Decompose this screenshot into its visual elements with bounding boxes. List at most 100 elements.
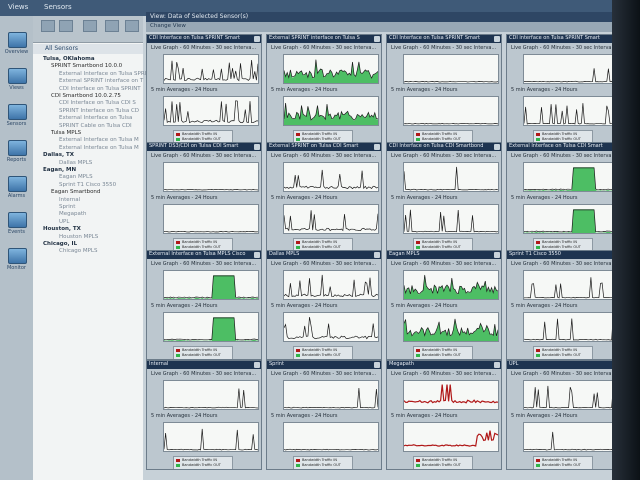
averages-graph <box>163 422 259 452</box>
traffic-line <box>524 167 612 191</box>
panel-close-icon[interactable] <box>254 36 260 42</box>
tree-sensor[interactable]: Tulsa MPLS <box>51 130 81 136</box>
tree-sensor[interactable]: CDI Smartbond 10.0.2.75 <box>51 93 121 99</box>
traffic-in-area <box>164 317 258 341</box>
panel-close-icon[interactable] <box>374 362 380 368</box>
sensor-graph-panel[interactable]: CDI Interface on Tulsa CDI Smartbond Live… <box>386 142 502 252</box>
sensor-graph-panel[interactable]: External Interface on Tulsa MPLS Cisco Li… <box>146 250 262 360</box>
legend-label: Bandwidth Traffic OUT <box>302 137 341 141</box>
tree-group[interactable]: Eagan, MN <box>43 167 76 173</box>
traffic-line <box>404 123 498 125</box>
tree-group[interactable]: Houston, TX <box>43 226 81 232</box>
graph-plot <box>404 209 498 233</box>
tree-group[interactable]: Tulsa, OKlahoma <box>43 56 95 62</box>
panel-title: Eagan MPLS <box>389 251 420 257</box>
tree-group[interactable]: Dallas, TX <box>43 152 74 158</box>
panel-close-icon[interactable] <box>494 36 500 42</box>
panel-close-icon[interactable] <box>494 144 500 150</box>
menu-views[interactable]: Views <box>8 3 28 11</box>
panel-close-icon[interactable] <box>254 144 260 150</box>
averages-graph <box>283 204 379 234</box>
sensor-tree-pane: All Sensors Tulsa, OKlahoma SPRINT Smartb… <box>33 16 146 480</box>
panel-close-icon[interactable] <box>374 36 380 42</box>
tree-sensor[interactable]: SPRINT Interface on Tulsa CD <box>59 108 139 114</box>
graph-legend: Bandwidth Traffic IN Bandwidth Traffic OU… <box>173 346 233 359</box>
tree-sensor[interactable]: Eagan Smartbond <box>51 189 100 195</box>
sensor-graph-panel[interactable]: Sprint T1 Cisco 3550 Live Graph - 60 Minu… <box>506 250 612 360</box>
panel-close-icon[interactable] <box>494 362 500 368</box>
legend-swatch <box>416 133 420 136</box>
tree-sensor[interactable]: SPRINT Smartbond 10.0.0 <box>51 63 122 69</box>
tree-group[interactable]: Chicago, IL <box>43 241 77 247</box>
sensor-graph-panel[interactable]: SPRINT DS3/CDI on Tulsa CDI Smart Live Gr… <box>146 142 262 252</box>
graph-plot <box>404 274 498 299</box>
nav-overview-button[interactable]: Overview <box>4 30 29 64</box>
refresh-icon[interactable] <box>125 20 139 32</box>
panel-title: CDI Interface on Tulsa SPRINT Smart <box>149 35 240 41</box>
tree-sensor[interactable]: External Interface on Tulsa SPRI <box>59 71 146 77</box>
panel-close-icon[interactable] <box>374 252 380 258</box>
nav-label: Events <box>8 229 25 235</box>
panel-close-icon[interactable] <box>374 144 380 150</box>
tree-sensor[interactable]: Internal <box>59 197 80 203</box>
tree-sensor[interactable]: Sprint T1 Cisco 3550 <box>59 182 116 188</box>
sensor-graph-panel[interactable]: CDI interface on Tulsa SPRINT Smart Live … <box>506 34 612 144</box>
tree-sensor[interactable]: Dallas MPLS <box>59 160 92 166</box>
panel-close-icon[interactable] <box>494 252 500 258</box>
sensor-graph-panel[interactable]: External SPRINT on Tulsa CDI Smart Live G… <box>266 142 382 252</box>
graph-plot <box>524 431 612 451</box>
nav-reports-button[interactable]: Reports <box>4 138 29 172</box>
tree-sensor[interactable]: External Interface on Tulsa <box>59 115 132 121</box>
panel-title-bar: CDI Interface on Tulsa SPRINT Smart <box>147 35 261 43</box>
live-graph-label: Live Graph - 60 Minutes - 30 sec Interva… <box>151 153 257 159</box>
traffic-line <box>404 430 498 447</box>
sensor-graph-panel[interactable]: External SPRINT interface on Tulsa S Live… <box>266 34 382 144</box>
live-graph <box>523 162 612 192</box>
sensor-graph-panel[interactable]: CDI Interface on Tulsa SPRINT Smart Live … <box>386 34 502 144</box>
sensor-graph-panel[interactable]: Sprint Live Graph - 60 Minutes - 30 sec I… <box>266 360 382 470</box>
nav-events-button[interactable]: Events <box>4 210 29 244</box>
tree-sensor[interactable]: External Interface on Tulsa M <box>59 137 139 143</box>
nav-sensors-button[interactable]: Sensors <box>4 102 29 136</box>
delete-sensor-icon[interactable] <box>105 20 119 32</box>
sensor-graph-panel[interactable]: Megapath Live Graph - 60 Minutes - 30 sec… <box>386 360 502 470</box>
nav-label: Overview <box>4 49 29 55</box>
live-graph <box>163 380 259 410</box>
panel-title-bar: CDI interface on Tulsa SPRINT Smart <box>507 35 612 43</box>
sensor-graph-panel[interactable]: External Interface on Tulsa CDI Smart Liv… <box>506 142 612 252</box>
collapse-all-icon[interactable] <box>59 20 73 32</box>
nav-views-button[interactable]: Views <box>4 66 29 100</box>
sensor-graph-panel[interactable]: Dallas MPLS Live Graph - 60 Minutes - 30 … <box>266 250 382 360</box>
live-graph-label: Live Graph - 60 Minutes - 30 sec Interva… <box>151 45 257 51</box>
change-view-link[interactable]: Change View <box>150 23 186 29</box>
events-icon <box>8 212 27 228</box>
tree-sensor[interactable]: Megapath <box>59 211 87 217</box>
legend-label: Bandwidth Traffic OUT <box>542 245 581 249</box>
tree-sensor[interactable]: Houston MPLS <box>59 234 98 240</box>
tree-root[interactable]: All Sensors <box>33 44 143 54</box>
tree-sensor[interactable]: Eagan MPLS <box>59 174 93 180</box>
live-graph <box>403 270 499 300</box>
tree-sensor[interactable]: External SPRINT interface on T <box>59 78 143 84</box>
tree-sensor[interactable]: UPL <box>59 219 69 225</box>
tree-sensor[interactable]: SPRINT Cable on Tulsa CDI <box>59 123 132 129</box>
tree-sensor[interactable]: Chicago MPLS <box>59 248 97 254</box>
panel-close-icon[interactable] <box>254 252 260 258</box>
tree-sensor[interactable]: CDI Interface on Tulsa SPRINT <box>59 86 141 92</box>
tree-sensor[interactable]: CDI Interface on Tulsa CDI S <box>59 100 136 106</box>
legend-swatch <box>416 464 420 467</box>
expand-all-icon[interactable] <box>41 20 55 32</box>
sensor-graph-panel[interactable]: CDI Interface on Tulsa SPRINT Smart Live … <box>146 34 262 144</box>
panel-title-bar: UPL <box>507 361 612 369</box>
nav-monitor-button[interactable]: Monitor <box>4 246 29 280</box>
nav-alarms-button[interactable]: Alarms <box>4 174 29 208</box>
sensor-graph-panel[interactable]: Internal Live Graph - 60 Minutes - 30 sec… <box>146 360 262 470</box>
tree-sensor[interactable]: External Interface on Tulsa M <box>59 145 139 151</box>
menu-sensors[interactable]: Sensors <box>44 3 72 11</box>
panel-close-icon[interactable] <box>254 362 260 368</box>
tree-sensor[interactable]: Sprint <box>59 204 75 210</box>
add-sensor-icon[interactable] <box>83 20 97 32</box>
legend-label: Bandwidth Traffic IN <box>542 240 578 244</box>
sensor-graph-panel[interactable]: UPL Live Graph - 60 Minutes - 30 sec Inte… <box>506 360 612 470</box>
sensor-graph-panel[interactable]: Eagan MPLS Live Graph - 60 Minutes - 30 s… <box>386 250 502 360</box>
